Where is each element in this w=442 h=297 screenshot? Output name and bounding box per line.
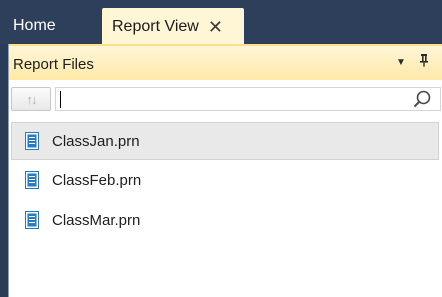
tab-home[interactable]: Home	[13, 8, 87, 44]
panel-header: Report Files ▼	[9, 44, 442, 80]
file-name: ClassMar.prn	[52, 212, 141, 229]
pin-icon[interactable]	[419, 53, 429, 71]
tab-report-view-label: Report View	[112, 18, 199, 35]
document-tab-bar: Home Report View ✕	[0, 0, 442, 46]
document-icon	[25, 211, 39, 229]
text-caret	[60, 91, 61, 108]
sort-button[interactable]: ↑↓	[11, 87, 51, 111]
list-item[interactable]: ClassJan.prn	[11, 122, 439, 160]
file-list: ClassJan.prn ClassFeb.prn ClassMar.prn	[9, 120, 442, 241]
file-name: ClassJan.prn	[52, 133, 140, 150]
dropdown-arrow-icon[interactable]: ▼	[396, 57, 406, 68]
panel-title: Report Files	[13, 56, 94, 73]
file-name: ClassFeb.prn	[52, 172, 142, 189]
search-icon[interactable]	[412, 89, 432, 109]
close-icon[interactable]: ✕	[208, 18, 223, 36]
sort-arrows-icon: ↑↓	[26, 91, 38, 107]
tab-report-view[interactable]: Report View ✕	[102, 8, 244, 46]
tab-home-label: Home	[13, 17, 56, 34]
document-icon	[25, 171, 39, 189]
search-input[interactable]	[55, 87, 441, 111]
report-files-panel: Report Files ▼ ↑↓ ClassJan.prn ClassFeb.…	[8, 44, 442, 297]
list-item[interactable]: ClassMar.prn	[9, 201, 442, 241]
list-item[interactable]: ClassFeb.prn	[9, 161, 442, 201]
document-icon	[25, 132, 39, 150]
panel-toolbar: ↑↓	[9, 80, 442, 116]
